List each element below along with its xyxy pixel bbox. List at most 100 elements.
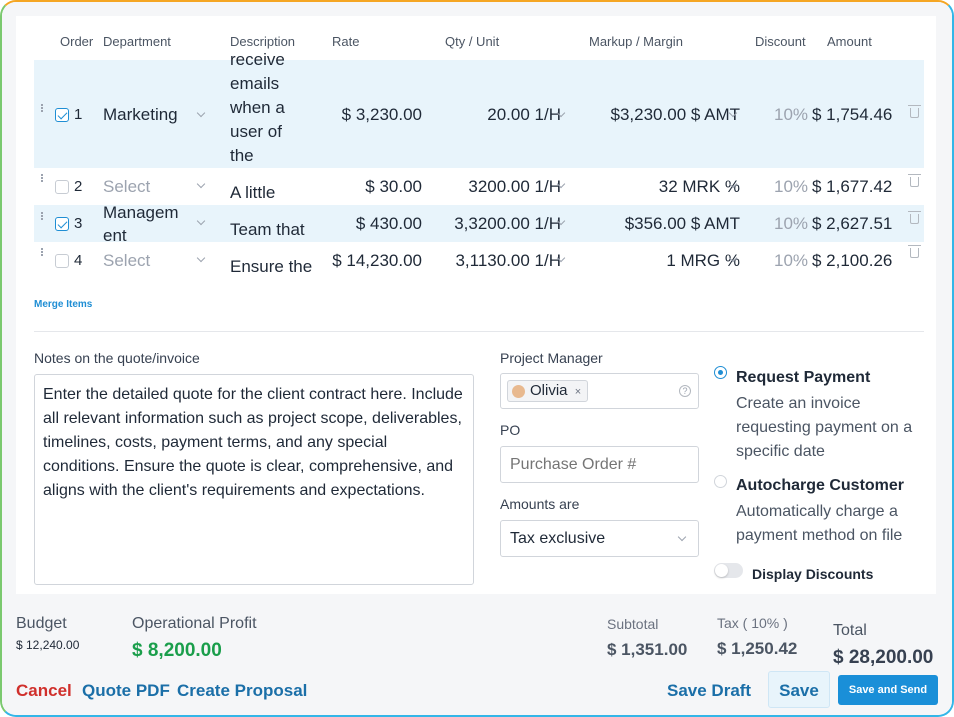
po-input[interactable] — [500, 446, 699, 483]
subtotal-value: $ 1,351.00 — [607, 640, 688, 659]
toggle-knob — [715, 564, 728, 577]
col-header-description: Description — [230, 34, 296, 49]
autocharge-radio[interactable] — [714, 475, 727, 488]
trash-icon[interactable] — [908, 211, 921, 224]
trash-icon[interactable] — [908, 245, 921, 258]
save-button[interactable]: Save — [768, 671, 830, 708]
amounts-label: Amounts are — [500, 496, 580, 512]
merge-items-link[interactable]: Merge Items — [34, 299, 92, 310]
markup-input[interactable]: 32 MRK % — [659, 177, 740, 197]
department-select[interactable]: Select — [103, 251, 150, 271]
description-line: A little — [230, 183, 276, 202]
create-proposal-button[interactable]: Create Proposal — [177, 681, 307, 701]
qty-unit-input[interactable]: 3,3200.00 1/H — [454, 214, 561, 234]
markup-input[interactable]: $3,230.00 $ AMT — [611, 105, 740, 125]
row-checkbox[interactable] — [55, 217, 69, 231]
request-payment-radio[interactable] — [714, 366, 727, 379]
tax-label: Tax ( 10% ) — [717, 615, 788, 631]
autocharge-title[interactable]: Autocharge Customer — [736, 477, 904, 495]
table-row[interactable]: 4 Select Ensure the $ 14,230.00 3,1130.0… — [34, 242, 924, 282]
budget-label: Budget — [16, 615, 67, 632]
cancel-button[interactable]: Cancel — [16, 681, 72, 701]
row-order: 1 — [74, 106, 83, 123]
description-line: the — [230, 146, 254, 164]
amounts-select[interactable]: Tax exclusive — [500, 520, 699, 557]
po-label: PO — [500, 422, 521, 438]
col-header-discount: Discount — [755, 34, 806, 49]
close-icon[interactable]: × — [575, 386, 581, 398]
qty-unit-input[interactable]: 3200.00 1/H — [468, 177, 561, 197]
discount-value[interactable]: 10% — [774, 105, 808, 125]
request-payment-title[interactable]: Request Payment — [736, 369, 870, 387]
description-line: Ensure the — [230, 257, 313, 276]
row-checkbox[interactable] — [55, 108, 69, 122]
drag-handle-icon[interactable] — [41, 104, 45, 112]
qty-unit-input[interactable]: 3,1130.00 1/H — [455, 251, 561, 271]
save-and-send-button[interactable]: Save and Send — [838, 675, 938, 705]
display-discounts-label: Display Discounts — [752, 566, 874, 582]
app-window: Order Department Description Rate Qty / … — [0, 0, 954, 717]
save-draft-button[interactable]: Save Draft — [667, 681, 751, 701]
table-row[interactable]: 3 Managem ent Team that $ 430.00 3,3200.… — [34, 203, 924, 245]
description-cell[interactable]: receive emails when a user of the system — [230, 48, 310, 164]
notes-textarea[interactable]: Enter the detailed quote for the client … — [34, 374, 474, 585]
chevron-down-icon[interactable] — [196, 179, 206, 189]
description-line: Team that — [230, 220, 305, 239]
rate-input[interactable]: $ 14,230.00 — [332, 251, 422, 271]
description-cell[interactable]: A little — [230, 181, 310, 203]
markup-input[interactable]: 1 MRG % — [666, 251, 740, 271]
chevron-down-icon[interactable] — [196, 216, 206, 226]
manager-tag[interactable]: Olivia × — [507, 380, 589, 402]
description-cell[interactable]: Team that — [230, 218, 310, 240]
description-line: receive — [230, 50, 285, 69]
manager-tag-label: Olivia — [530, 382, 568, 399]
amount-value: $ 1,677.42 — [812, 177, 893, 196]
tax-value: $ 1,250.42 — [717, 639, 798, 658]
department-select[interactable]: Marketing — [103, 105, 178, 125]
desc-line: specific date — [736, 443, 825, 460]
row-order: 3 — [74, 215, 83, 232]
table-row[interactable]: 2 Select A little $ 30.00 3200.00 1/H 32… — [34, 168, 924, 205]
rate-input[interactable]: $ 430.00 — [356, 214, 422, 234]
help-icon[interactable]: ? — [679, 385, 691, 397]
col-header-qty: Qty / Unit — [445, 34, 500, 49]
col-header-order: Order — [60, 34, 94, 49]
chevron-down-icon[interactable] — [196, 108, 206, 118]
discount-value[interactable]: 10% — [774, 177, 808, 197]
trash-icon[interactable] — [908, 174, 921, 187]
discount-value[interactable]: 10% — [774, 251, 808, 271]
avatar — [512, 385, 525, 398]
description-cell[interactable]: Ensure the — [230, 255, 314, 277]
table-row[interactable]: 1 Marketing receive emails when a user o… — [34, 50, 924, 168]
qty-unit-input[interactable]: 20.00 1/H — [487, 105, 561, 125]
desc-line: payment method on file — [736, 527, 903, 544]
total-value: $ 28,200.00 — [833, 647, 934, 668]
amounts-select-value: Tax exclusive — [510, 530, 606, 547]
desc-line: requesting payment on a — [736, 419, 913, 436]
markup-input[interactable]: $356.00 $ AMT — [625, 214, 740, 234]
drag-handle-icon[interactable] — [41, 174, 45, 182]
project-manager-input[interactable]: Olivia × ? — [500, 373, 699, 409]
col-header-amount: Amount — [827, 34, 872, 49]
chevron-down-icon[interactable] — [196, 253, 206, 263]
drag-handle-icon[interactable] — [41, 212, 45, 220]
budget-value: $ 12,240.00 — [16, 638, 80, 652]
quote-pdf-button[interactable]: Quote PDF — [82, 681, 170, 701]
rate-input[interactable]: $ 3,230.00 — [342, 105, 422, 125]
row-checkbox[interactable] — [55, 254, 69, 268]
department-select[interactable]: Managem ent — [103, 201, 193, 247]
chevron-down-icon — [677, 532, 687, 542]
desc-line: Automatically charge a — [736, 503, 898, 520]
rate-input[interactable]: $ 30.00 — [365, 177, 422, 197]
discount-value[interactable]: 10% — [774, 214, 808, 234]
display-discounts-toggle[interactable] — [714, 563, 743, 578]
row-order: 4 — [74, 252, 83, 269]
trash-icon[interactable] — [908, 105, 921, 118]
profit-label: Operational Profit — [132, 615, 257, 632]
desc-line: Create an invoice — [736, 395, 861, 412]
col-header-rate: Rate — [332, 34, 360, 49]
department-select[interactable]: Select — [103, 177, 150, 197]
amount-value: $ 2,627.51 — [812, 214, 893, 233]
row-checkbox[interactable] — [55, 180, 69, 194]
drag-handle-icon[interactable] — [41, 248, 45, 256]
